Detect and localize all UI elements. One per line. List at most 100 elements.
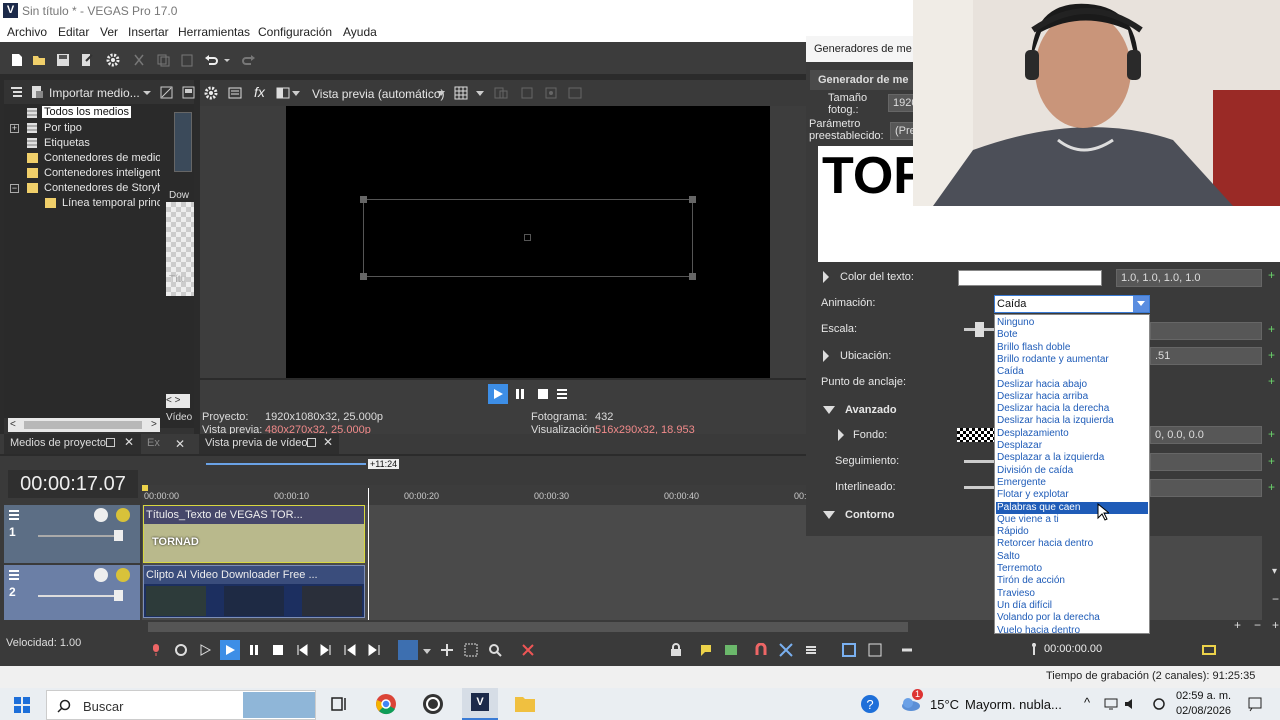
resize-handle[interactable]	[689, 196, 696, 203]
maximize-icon[interactable]	[307, 438, 316, 447]
title-clip[interactable]: Títulos_Texto de VEGAS TOR... TORNAD	[143, 505, 365, 563]
option-vuelo[interactable]: Vuelo hacia dentro	[996, 625, 1148, 634]
video-clip[interactable]: Clipto AI Video Downloader Free ...	[143, 565, 365, 618]
mute-icon[interactable]	[94, 568, 108, 582]
tree-view-icon[interactable]	[10, 86, 23, 99]
pause-icon[interactable]	[514, 388, 526, 400]
selection-length-icon[interactable]	[1202, 643, 1216, 657]
pause-icon[interactable]	[248, 644, 260, 656]
chevron-down-icon[interactable]	[1133, 296, 1149, 312]
playhead[interactable]	[368, 488, 369, 620]
location-field[interactable]: .51	[1150, 347, 1262, 365]
overlay-icon[interactable]	[494, 86, 508, 100]
region-icon[interactable]	[724, 643, 738, 657]
volume-icon[interactable]	[1124, 697, 1138, 711]
marker-pin-icon[interactable]	[1028, 642, 1040, 656]
clock-date[interactable]: 02/08/2026	[1176, 705, 1231, 717]
task-view-icon[interactable]	[330, 696, 348, 712]
stop-icon[interactable]	[537, 388, 549, 400]
menu-archivo[interactable]: Archivo	[7, 25, 47, 39]
option-brillo-flash[interactable]: Brillo flash doble	[996, 342, 1148, 354]
option-bote[interactable]: Bote	[996, 329, 1148, 341]
fx-icon[interactable]: fx	[254, 84, 265, 100]
windows-start-icon[interactable]	[14, 697, 30, 713]
transitions-icon[interactable]	[900, 643, 914, 657]
undo-dropdown-icon[interactable]	[222, 53, 232, 67]
leading-field[interactable]	[1150, 479, 1262, 497]
delete-icon[interactable]	[521, 643, 535, 657]
notifications-icon[interactable]	[1247, 696, 1263, 712]
resize-handle[interactable]	[689, 273, 696, 280]
option-rapido[interactable]: Rápido	[996, 526, 1148, 538]
zoom-tool-icon[interactable]	[488, 643, 502, 657]
scroll-right-icon[interactable]: >	[151, 419, 157, 430]
solo-icon[interactable]	[116, 568, 130, 582]
thumb-scroll-buttons[interactable]: < >	[166, 394, 190, 408]
collapse-icon[interactable]: −	[10, 184, 19, 193]
background-color-swatch[interactable]	[957, 428, 994, 442]
weather-desc[interactable]: Mayorm. nubla...	[965, 697, 1062, 712]
option-desplazar-izquierda[interactable]: Desplazar a la izquierda	[996, 452, 1148, 464]
add-keyframe-icon[interactable]: +	[1268, 480, 1275, 494]
sync-icon[interactable]	[1152, 697, 1166, 711]
timecode-display[interactable]: 00:00:17.07	[8, 470, 138, 498]
zoom-out-icon[interactable]: −	[1272, 592, 1279, 606]
chevron-down-icon[interactable]	[292, 89, 300, 97]
loop-icon[interactable]	[174, 643, 188, 657]
clock-time[interactable]: 02:59 a. m.	[1176, 690, 1231, 702]
add-keyframe-icon[interactable]: +	[1268, 348, 1275, 362]
import-media-button[interactable]: Importar medio...	[49, 86, 140, 100]
new-file-icon[interactable]	[10, 53, 24, 67]
network-icon[interactable]	[1104, 697, 1118, 711]
selection-tool-icon[interactable]	[464, 643, 478, 657]
close-icon[interactable]: ✕	[175, 437, 185, 451]
add-keyframe-icon[interactable]: +	[1268, 268, 1275, 282]
add-keyframe-icon[interactable]: +	[1268, 322, 1275, 336]
scroll-down-icon[interactable]: ▾	[1272, 566, 1277, 577]
chevron-up-icon[interactable]: ^	[1084, 695, 1090, 710]
option-deslizar-derecha[interactable]: Deslizar hacia la derecha	[996, 403, 1148, 415]
expand-icon[interactable]: +	[10, 124, 19, 133]
option-deslizar-abajo[interactable]: Deslizar hacia abajo	[996, 379, 1148, 391]
center-handle[interactable]	[524, 234, 531, 241]
menu-icon[interactable]	[556, 388, 568, 400]
save-icon[interactable]	[56, 53, 70, 67]
lock-envelopes-icon[interactable]	[842, 643, 856, 657]
ignore-grouping-icon[interactable]	[868, 643, 882, 657]
chrome-icon[interactable]	[375, 693, 397, 715]
marker-icon[interactable]	[699, 643, 713, 657]
leading-slider[interactable]	[964, 486, 994, 489]
tracking-slider[interactable]	[964, 460, 994, 463]
copy-icon[interactable]	[156, 53, 170, 67]
loop-marker[interactable]	[142, 485, 148, 491]
redo-icon[interactable]	[242, 53, 256, 67]
resize-handle[interactable]	[360, 273, 367, 280]
option-deslizar-izquierda[interactable]: Deslizar hacia la izquierda	[996, 415, 1148, 427]
undo-icon[interactable]	[204, 53, 218, 67]
open-folder-icon[interactable]	[32, 53, 46, 67]
file-explorer-icon[interactable]	[514, 695, 536, 713]
tab-explorer[interactable]: Ex	[147, 437, 160, 449]
option-terremoto[interactable]: Terremoto	[996, 563, 1148, 575]
prev-frame-icon[interactable]	[344, 644, 356, 656]
go-to-start-icon[interactable]	[296, 644, 308, 656]
option-caida[interactable]: Caída	[996, 366, 1148, 378]
scale-field[interactable]	[1150, 322, 1262, 340]
option-un-dia-dificil[interactable]: Un día difícil	[996, 600, 1148, 612]
render-icon[interactable]	[80, 53, 94, 67]
play-button[interactable]	[220, 640, 240, 660]
track-header-video-2[interactable]: 2	[4, 565, 140, 620]
tracking-field[interactable]	[1150, 453, 1262, 471]
zoom-in-icon[interactable]: +	[1272, 618, 1279, 632]
tab-video-preview[interactable]: Vista previa de vídeo ✕	[199, 434, 339, 454]
scroll-thumb[interactable]	[24, 421, 142, 429]
video-preview-canvas[interactable]	[286, 106, 770, 378]
text-color-swatch[interactable]	[958, 270, 1102, 286]
expand-arrow-icon[interactable]	[822, 270, 830, 284]
expand-arrow-icon[interactable]	[837, 428, 845, 442]
option-emergente[interactable]: Emergente	[996, 477, 1148, 489]
maximize-icon[interactable]	[106, 438, 115, 447]
outline-section[interactable]: Contorno	[845, 509, 894, 521]
track-header-video[interactable]: 1	[4, 505, 140, 563]
copy-snapshot-icon[interactable]	[520, 86, 534, 100]
